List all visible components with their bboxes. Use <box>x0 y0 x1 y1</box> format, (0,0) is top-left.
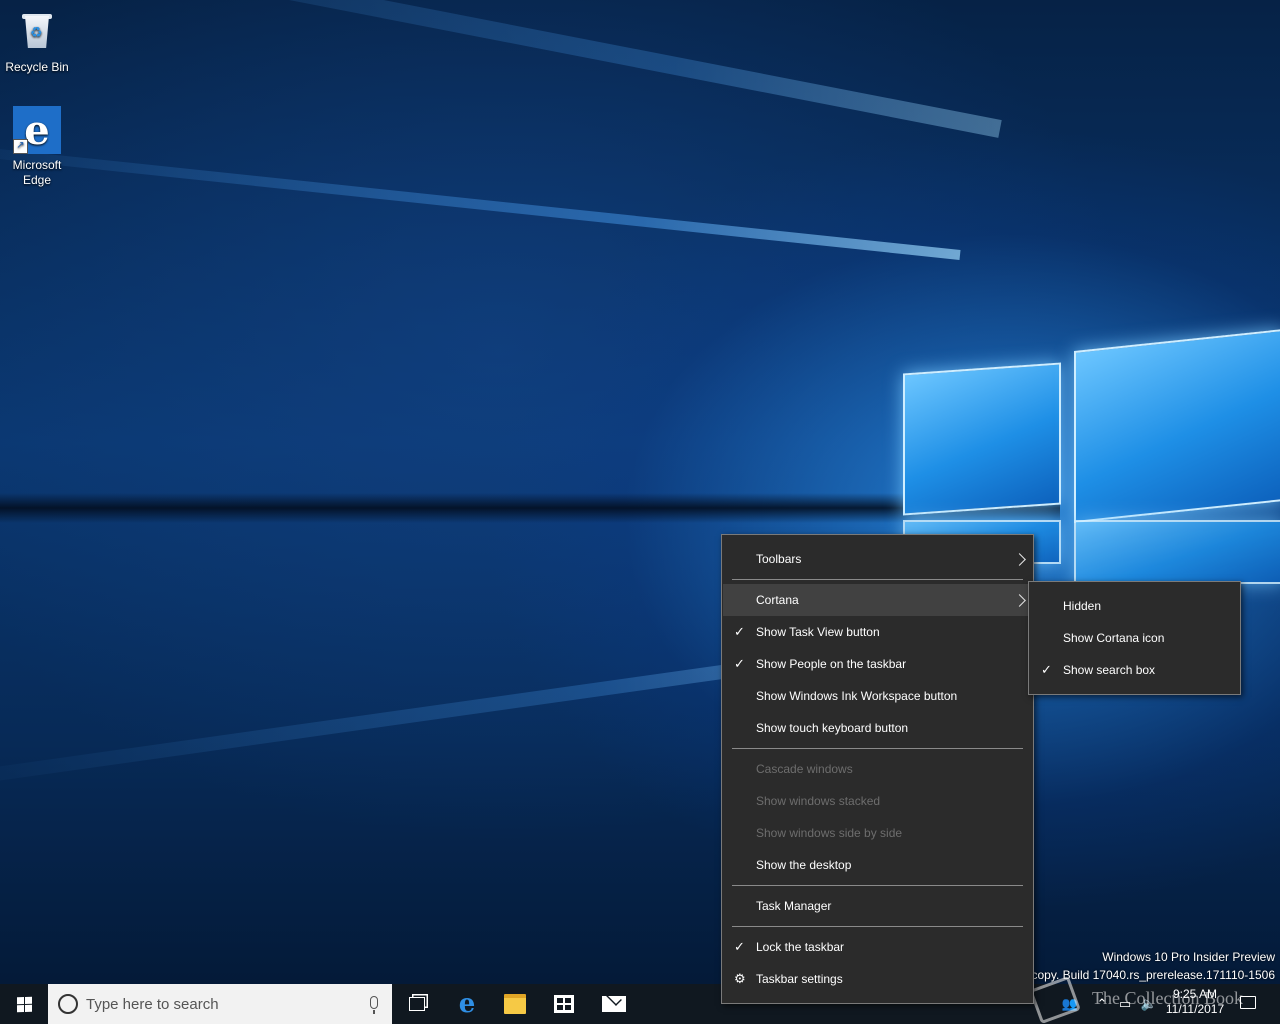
menu-item-label: Hidden <box>1063 599 1102 613</box>
search-input[interactable] <box>86 984 356 1024</box>
menu-item-toolbars[interactable]: Toolbars <box>723 543 1032 575</box>
menu-item-windows-stacked: Show windows stacked <box>723 785 1032 817</box>
cortana-submenu: Hidden Show Cortana icon ✓ Show search b… <box>1028 581 1241 695</box>
taskbar-store-button[interactable] <box>540 984 588 1024</box>
menu-item-label: Show touch keyboard button <box>756 721 909 735</box>
menu-item-show-touch-keyboard[interactable]: Show touch keyboard button <box>723 712 1032 744</box>
menu-item-label: Show windows stacked <box>756 794 881 808</box>
taskbar-mail-button[interactable] <box>590 984 638 1024</box>
menu-item-show-task-view-button[interactable]: ✓ Show Task View button <box>723 616 1032 648</box>
menu-item-show-desktop[interactable]: Show the desktop <box>723 849 1032 881</box>
menu-item-show-people[interactable]: ✓ Show People on the taskbar <box>723 648 1032 680</box>
overlay-watermark: The Collection Book <box>1029 975 1280 1024</box>
checkmark-icon: ✓ <box>734 624 745 639</box>
submenu-item-show-cortana-icon[interactable]: Show Cortana icon <box>1030 622 1239 654</box>
submenu-item-show-search-box[interactable]: ✓ Show search box <box>1030 654 1239 686</box>
desktop-icon-microsoft-edge[interactable]: e ↗ Microsoft Edge <box>0 106 74 188</box>
mail-icon <box>602 996 626 1012</box>
desktop-icon-label: Microsoft <box>12 158 62 172</box>
file-explorer-icon <box>504 994 526 1014</box>
menu-item-label: Task Manager <box>756 899 832 913</box>
task-view-icon <box>409 997 425 1011</box>
menu-item-lock-taskbar[interactable]: ✓ Lock the taskbar <box>723 931 1032 963</box>
build-watermark-line1: Windows 10 Pro Insider Preview <box>1102 950 1275 964</box>
microphone-icon[interactable] <box>370 996 378 1014</box>
menu-separator <box>732 885 1023 886</box>
menu-item-label: Toolbars <box>756 552 802 566</box>
desktop-icon-recycle-bin[interactable]: ♻ Recycle Bin <box>0 8 74 75</box>
menu-item-label: Lock the taskbar <box>756 940 845 954</box>
store-icon <box>554 995 574 1013</box>
overlay-watermark-text: The Collection Book <box>1092 988 1243 1008</box>
checkmark-icon: ✓ <box>734 939 745 954</box>
taskbar-edge-button[interactable]: e <box>443 984 491 1024</box>
shortcut-arrow-icon: ↗ <box>13 139 28 154</box>
gear-icon: ⚙ <box>734 971 746 986</box>
menu-separator <box>732 748 1023 749</box>
windows-logo-icon <box>16 996 32 1012</box>
menu-item-cascade-windows: Cascade windows <box>723 753 1032 785</box>
desktop-icon-label: Edge <box>22 173 52 187</box>
desktop-wallpaper <box>0 0 1280 984</box>
menu-item-label: Show Task View button <box>756 625 880 639</box>
desktop-icon-label: Recycle Bin <box>5 60 69 74</box>
menu-item-taskbar-settings[interactable]: ⚙ Taskbar settings <box>723 963 1032 995</box>
checkmark-icon: ✓ <box>734 656 745 671</box>
task-view-button[interactable] <box>393 984 441 1024</box>
chevron-right-icon <box>1013 552 1026 566</box>
menu-item-label: Show Windows Ink Workspace button <box>756 689 958 703</box>
book-logo-icon <box>1029 975 1081 1024</box>
taskbar-context-menu: Toolbars Cortana ✓ Show Task View button… <box>721 534 1034 1004</box>
menu-separator <box>732 926 1023 927</box>
cortana-search-box[interactable] <box>48 984 392 1024</box>
edge-icon: e ↗ <box>13 106 61 154</box>
menu-item-label: Cortana <box>756 593 799 607</box>
chevron-right-icon <box>1013 593 1026 607</box>
checkmark-icon: ✓ <box>1041 662 1052 677</box>
menu-item-label: Show the desktop <box>756 858 852 872</box>
menu-item-label: Show windows side by side <box>756 826 903 840</box>
menu-item-task-manager[interactable]: Task Manager <box>723 890 1032 922</box>
submenu-item-hidden[interactable]: Hidden <box>1030 590 1239 622</box>
taskbar-file-explorer-button[interactable] <box>491 984 539 1024</box>
menu-item-label: Show Cortana icon <box>1063 631 1165 645</box>
recycle-bin-icon: ♻ <box>13 8 61 56</box>
menu-item-label: Show People on the taskbar <box>756 657 907 671</box>
edge-icon: e <box>458 989 476 1019</box>
cortana-icon <box>58 994 78 1014</box>
menu-separator <box>732 579 1023 580</box>
menu-item-label: Taskbar settings <box>756 972 843 986</box>
menu-item-windows-side-by-side: Show windows side by side <box>723 817 1032 849</box>
start-button[interactable] <box>0 984 48 1024</box>
menu-item-show-ink-workspace[interactable]: Show Windows Ink Workspace button <box>723 680 1032 712</box>
menu-item-cortana[interactable]: Cortana <box>723 584 1032 616</box>
menu-item-label: Cascade windows <box>756 762 853 776</box>
menu-item-label: Show search box <box>1063 663 1156 677</box>
